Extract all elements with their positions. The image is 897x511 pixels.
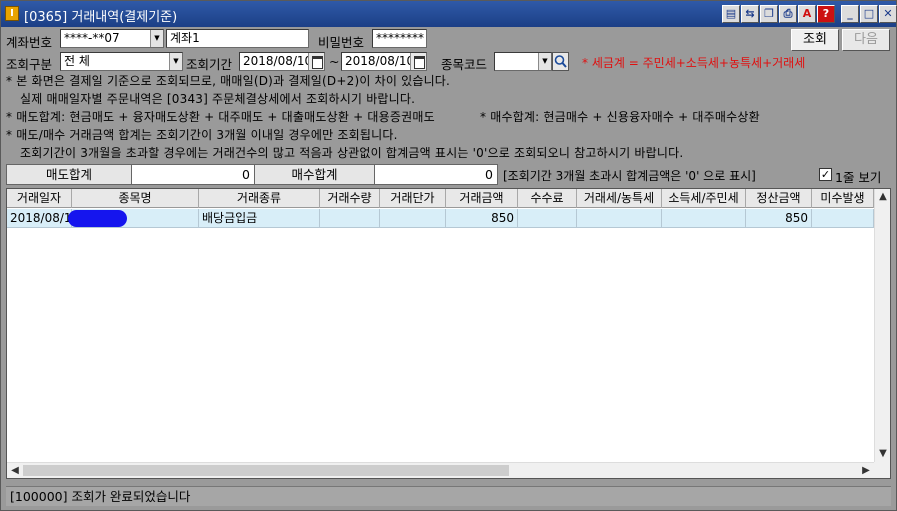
calendar-icon[interactable] bbox=[410, 53, 426, 70]
date-from-field[interactable]: 2018/08/10 bbox=[239, 52, 325, 71]
sell-total-label: 매도합계 bbox=[6, 164, 132, 185]
one-line-label: 1줄 보기 bbox=[835, 170, 882, 185]
minimize-icon[interactable]: _ bbox=[841, 5, 859, 23]
account-label: 계좌번호 bbox=[6, 35, 53, 50]
dropdown-arrow-icon[interactable]: ▼ bbox=[169, 53, 182, 70]
sell-total-value: 0 bbox=[131, 164, 255, 185]
scroll-left-icon[interactable]: ◀ bbox=[7, 463, 23, 478]
cell-trade-tax bbox=[577, 209, 662, 228]
scroll-corner bbox=[874, 462, 890, 478]
column-header[interactable]: 수수료 bbox=[518, 189, 577, 208]
account-name-field: 계좌1 bbox=[166, 29, 309, 48]
note-line: * 매도합계: 현금매도 + 융자매도상환 + 대주매도 + 대출매도상환 + … bbox=[6, 110, 435, 124]
table-row[interactable]: 2018/08/10 배당금입금 850 850 bbox=[7, 209, 874, 228]
search-icon[interactable] bbox=[552, 52, 569, 71]
cell-income-tax bbox=[662, 209, 746, 228]
column-header[interactable]: 거래단가 bbox=[380, 189, 446, 208]
scroll-up-icon[interactable]: ▲ bbox=[875, 189, 890, 205]
window-tile-icon[interactable]: ▤ bbox=[722, 5, 740, 23]
cell-type: 배당금입금 bbox=[199, 209, 320, 228]
column-header[interactable]: 정산금액 bbox=[746, 189, 812, 208]
query-button[interactable]: 조회 bbox=[791, 29, 839, 51]
period-separator: ~ bbox=[329, 54, 340, 69]
close-icon[interactable]: ✕ bbox=[879, 5, 897, 23]
maximize-icon[interactable]: □ bbox=[860, 5, 878, 23]
app-icon: I bbox=[5, 6, 19, 21]
date-to-field[interactable]: 2018/08/10 bbox=[341, 52, 427, 71]
vertical-scrollbar[interactable]: ▲ ▼ bbox=[874, 189, 890, 462]
cell-amount: 850 bbox=[446, 209, 518, 228]
column-header[interactable]: 거래수량 bbox=[320, 189, 380, 208]
dropdown-arrow-icon[interactable]: ▼ bbox=[150, 30, 163, 47]
print-icon[interactable]: ⎙ bbox=[779, 5, 797, 23]
column-header[interactable]: 미수발생 bbox=[812, 189, 874, 208]
note-line: * 본 화면은 결제일 기준으로 조회되므로, 매매일(D)과 결제일(D+2)… bbox=[6, 74, 451, 88]
window-title: [0365] 거래내역(결제기준) bbox=[24, 10, 178, 25]
title-bar: I [0365] 거래내역(결제기준) ▤ ⇆ ❐ ⎙ A ? _ □ ✕ bbox=[1, 1, 897, 27]
date-from-value: 2018/08/10 bbox=[243, 54, 313, 68]
cell-price bbox=[380, 209, 446, 228]
table-header: 거래일자 종목명 거래종류 거래수량 거래단가 거래금액 수수료 거래세/농특세… bbox=[7, 189, 874, 208]
window-restore-icon[interactable]: ❐ bbox=[760, 5, 778, 23]
account-name: 계좌1 bbox=[170, 31, 200, 45]
redaction-mark bbox=[68, 210, 127, 227]
dropdown-arrow-icon[interactable]: ▼ bbox=[538, 53, 551, 70]
buy-total-value: 0 bbox=[374, 164, 498, 185]
password-field[interactable]: ******** bbox=[372, 29, 427, 48]
cell-unpaid bbox=[812, 209, 874, 228]
help-icon[interactable]: ? bbox=[817, 5, 835, 23]
summary-notice: [조회기간 3개월 초과시 합계금액은 '0' 으로 표시] bbox=[503, 169, 756, 183]
cell-settlement: 850 bbox=[746, 209, 812, 228]
scroll-right-icon[interactable]: ▶ bbox=[858, 463, 874, 478]
note-line: 실제 매매일자별 주문내역은 [0343] 주문체결상세에서 조회하시기 바랍니… bbox=[20, 92, 416, 106]
column-header[interactable]: 소득세/주민세 bbox=[662, 189, 746, 208]
cell-date: 2018/08/10 bbox=[7, 209, 72, 228]
column-header[interactable]: 거래세/농특세 bbox=[577, 189, 662, 208]
status-bar: [100000] 조회가 완료되었습니다 bbox=[6, 486, 891, 506]
password-value: ******** bbox=[376, 31, 424, 45]
category-value: 전 체 bbox=[64, 54, 90, 68]
calendar-icon[interactable] bbox=[308, 53, 324, 70]
account-select[interactable]: ****-**07 ▼ bbox=[60, 29, 164, 48]
category-label: 조회구분 bbox=[6, 57, 53, 72]
font-icon[interactable]: A bbox=[798, 5, 816, 23]
next-button[interactable]: 다음 bbox=[842, 29, 890, 51]
one-line-checkbox[interactable]: ✓ bbox=[819, 168, 832, 181]
transaction-table[interactable]: 거래일자 종목명 거래종류 거래수량 거래단가 거래금액 수수료 거래세/농특세… bbox=[6, 188, 891, 479]
period-label: 조회기간 bbox=[186, 57, 233, 72]
scroll-thumb[interactable] bbox=[23, 465, 509, 476]
date-to-value: 2018/08/10 bbox=[345, 54, 415, 68]
scroll-down-icon[interactable]: ▼ bbox=[875, 446, 890, 462]
column-header[interactable]: 거래금액 bbox=[446, 189, 518, 208]
link-icon[interactable]: ⇆ bbox=[741, 5, 759, 23]
password-label: 비밀번호 bbox=[318, 35, 365, 50]
buy-total-label: 매수합계 bbox=[254, 164, 375, 185]
column-header[interactable]: 종목명 bbox=[72, 189, 199, 208]
note-line: * 매수합계: 현금매수 + 신용융자매수 + 대주매수상환 bbox=[480, 110, 760, 124]
note-line: * 매도/매수 거래금액 합계는 조회기간이 3개월 이내일 경우에만 조회됩니… bbox=[6, 128, 398, 142]
category-select[interactable]: 전 체 ▼ bbox=[60, 52, 183, 71]
horizontal-scrollbar[interactable]: ◀ ▶ bbox=[7, 462, 874, 478]
tax-note: * 세금계 = 주민세+소득세+농특세+거래세 bbox=[582, 56, 806, 70]
note-line: 조회기간이 3개월을 초과할 경우에는 거래건수의 많고 적음과 상관없이 합계… bbox=[20, 146, 684, 160]
account-value: ****-**07 bbox=[64, 31, 120, 45]
cell-quantity bbox=[320, 209, 380, 228]
app-window: I [0365] 거래내역(결제기준) ▤ ⇆ ❐ ⎙ A ? _ □ ✕ 계좌… bbox=[0, 0, 897, 511]
column-header[interactable]: 거래종류 bbox=[199, 189, 320, 208]
column-header[interactable]: 거래일자 bbox=[7, 189, 72, 208]
stock-code-label: 종목코드 bbox=[441, 57, 488, 72]
stock-code-select[interactable]: ▼ bbox=[494, 52, 552, 71]
cell-fee bbox=[518, 209, 577, 228]
